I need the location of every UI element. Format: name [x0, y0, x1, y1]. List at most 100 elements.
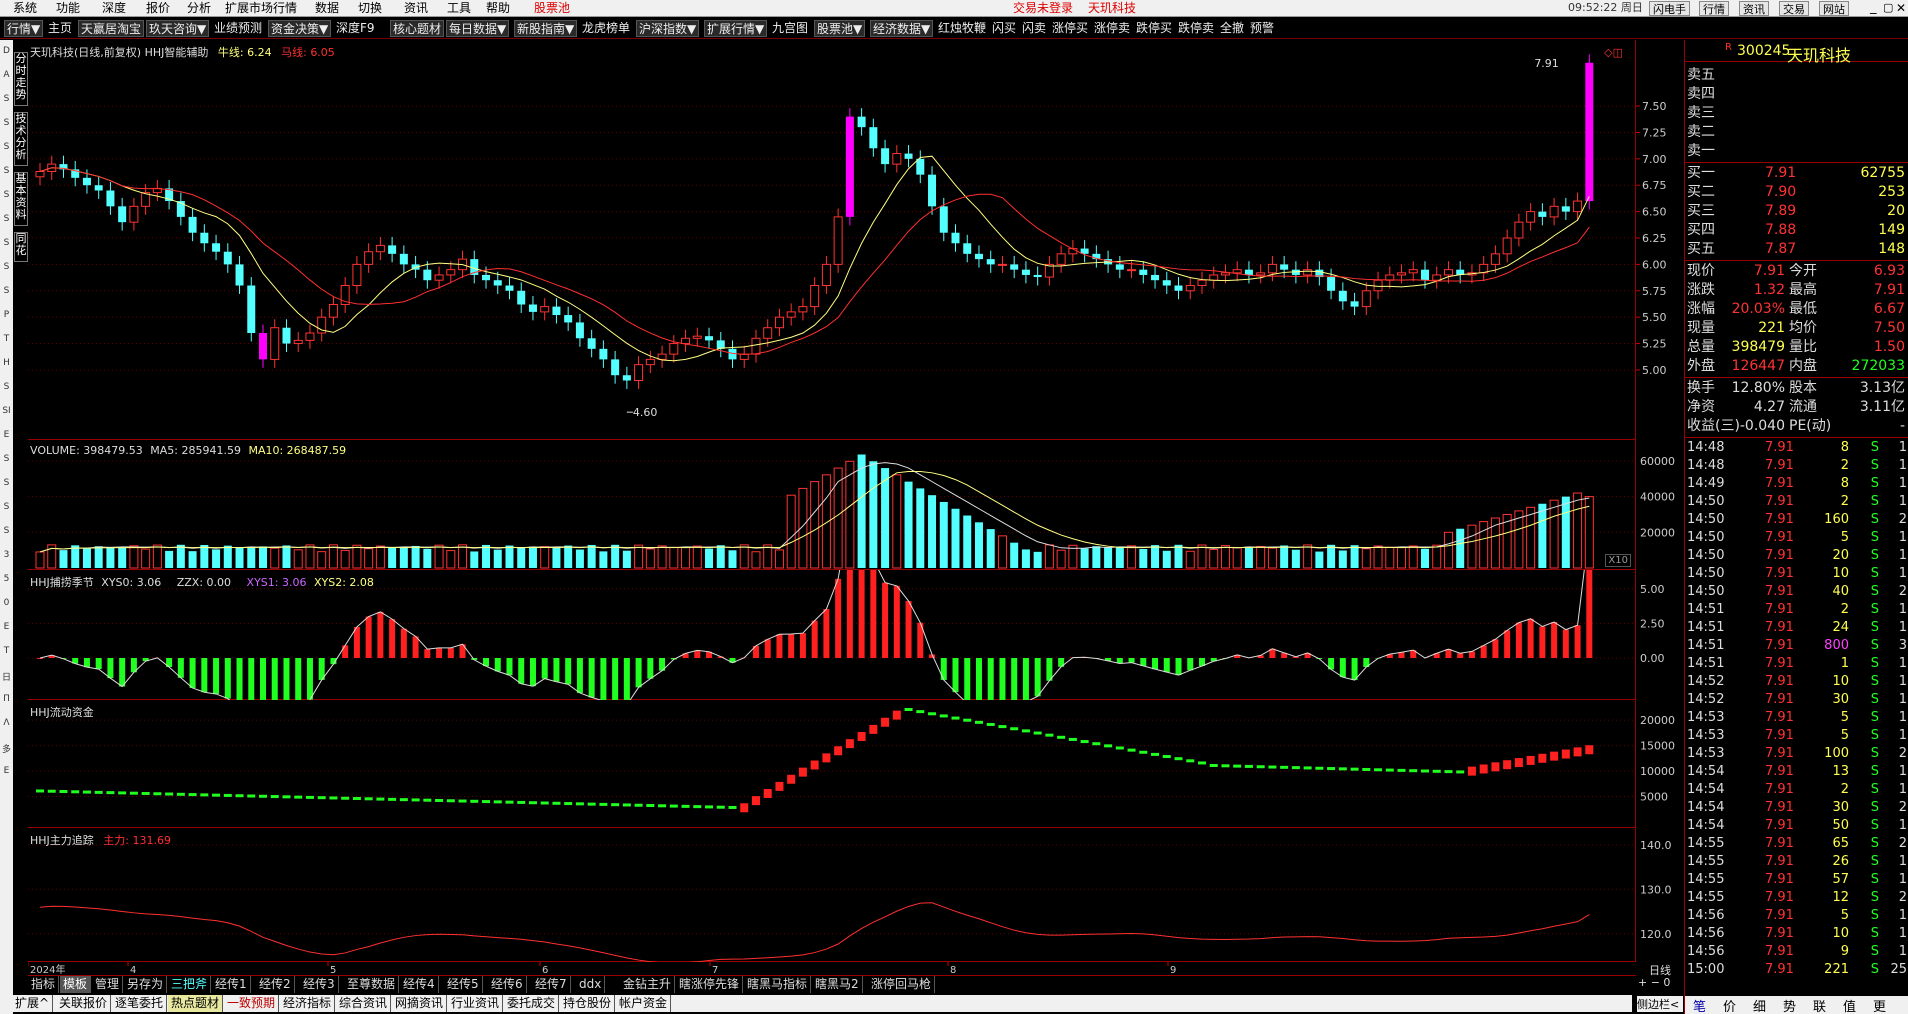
menu-item[interactable]: 深度: [102, 0, 126, 17]
menu-right-button[interactable]: 资讯: [1739, 1, 1769, 16]
minimize-icon[interactable]: _: [1870, 0, 1877, 17]
toolbar-item[interactable]: 经济数据▼: [870, 20, 934, 37]
indicator-tab[interactable]: 经传3: [300, 976, 339, 993]
menu-right-button[interactable]: 交易: [1779, 1, 1809, 16]
toolbar-item[interactable]: 闪卖: [1022, 20, 1046, 37]
function-tab[interactable]: 经济指标: [280, 995, 336, 1012]
menu-item[interactable]: 切换: [358, 0, 382, 17]
tab-timeshare[interactable]: 分时走势: [14, 52, 28, 106]
toolbar-item[interactable]: 沪深指数▼: [636, 20, 700, 37]
indicator-tab[interactable]: 另存为: [124, 976, 168, 993]
indicator-tab[interactable]: 涨停回马枪: [868, 976, 936, 993]
indicator-tab[interactable]: 经传1: [212, 976, 251, 993]
menu-item[interactable]: 数据: [315, 0, 339, 17]
right-tab-3[interactable]: 势: [1783, 996, 1796, 1014]
indicator-tab[interactable]: 经传2: [256, 976, 295, 993]
indicator-tab[interactable]: 瞎涨停先锋: [676, 976, 744, 993]
indicator-tab[interactable]: 三把斧: [168, 976, 212, 993]
function-tab[interactable]: 综合资讯: [336, 995, 392, 1012]
tab-technical[interactable]: 技术分析: [14, 112, 28, 166]
menu-item[interactable]: 扩展市场行情: [225, 0, 297, 17]
menu-right-button[interactable]: 行情: [1699, 1, 1729, 16]
indicator-tab[interactable]: 瞎黑马指标: [744, 976, 812, 993]
toolbar-item[interactable]: 全撤: [1220, 20, 1244, 37]
right-tab-1[interactable]: 价: [1723, 996, 1736, 1014]
toolbar-item[interactable]: 预警: [1250, 20, 1274, 37]
indicator-tab[interactable]: 经传7: [532, 976, 571, 993]
function-tab[interactable]: 扩展^: [12, 995, 54, 1012]
indicator-tab[interactable]: 至尊数据: [344, 976, 400, 993]
right-tab-4[interactable]: 联: [1813, 996, 1826, 1014]
right-tab-5[interactable]: 值: [1843, 996, 1856, 1014]
toolbar-item[interactable]: 红烛牧鞭: [938, 20, 986, 37]
toolbar-item[interactable]: 扩展行情▼: [704, 20, 768, 37]
function-tab[interactable]: 热点题材: [168, 995, 224, 1012]
right-tab-0[interactable]: 笔: [1693, 996, 1706, 1014]
toolbar-item[interactable]: 天赢居淘宝: [78, 20, 145, 37]
maximize-icon[interactable]: ▢: [1883, 0, 1893, 17]
toolbar-item[interactable]: 主页: [48, 20, 72, 37]
indicator-tab[interactable]: ddx: [576, 976, 606, 993]
toolbar-item[interactable]: 新股指南▼: [514, 20, 578, 37]
function-tab[interactable]: 一致预期: [224, 995, 280, 1012]
menu-item[interactable]: 系统: [13, 0, 37, 17]
sidebar-toggle[interactable]: 侧边栏<: [1637, 996, 1683, 1012]
toolbar-item[interactable]: 闪买: [992, 20, 1016, 37]
menu-item[interactable]: 功能: [56, 0, 80, 17]
toolbar-item[interactable]: 行情▼: [4, 20, 44, 37]
indicator-tab[interactable]: 金钻主升: [620, 976, 676, 993]
toolbar-item[interactable]: 核心题材: [390, 20, 445, 37]
zoom-controls[interactable]: + − 0: [1638, 976, 1684, 993]
toolbar-item[interactable]: 龙虎榜单: [582, 20, 630, 37]
season-panel[interactable]: HHJ捕捞季节 XYS0: 3.06 ZZX: 0.00 XYS1: 3.06 …: [28, 570, 1636, 700]
function-tab[interactable]: 逐笔委托: [112, 995, 168, 1012]
flow-panel[interactable]: HHJ流动资金: [28, 700, 1636, 828]
right-tab-6[interactable]: 更: [1873, 996, 1886, 1014]
toolbar-item[interactable]: 涨停买: [1052, 20, 1088, 37]
menu-item[interactable]: 资讯: [404, 0, 428, 17]
indicator-tab[interactable]: 指标: [28, 976, 60, 993]
tab-fundamentals[interactable]: 基本资料: [14, 172, 28, 226]
indicator-tab[interactable]: 管理: [92, 976, 124, 993]
menu-right-button[interactable]: 网站: [1819, 1, 1849, 16]
chart-settings-icon[interactable]: ◇◫: [1604, 46, 1623, 59]
toolbar-item[interactable]: 业绩预测: [214, 20, 262, 37]
indicator-tab[interactable]: 经传6: [488, 976, 527, 993]
indicator-tab[interactable]: 瞎黑马2: [812, 976, 863, 993]
track-panel[interactable]: HHJ主力追踪 主力: 131.69: [28, 828, 1636, 962]
toolbar-item[interactable]: 涨停卖: [1094, 20, 1130, 37]
buy-level[interactable]: 买一 7.91 62755: [1685, 164, 1908, 182]
function-tab[interactable]: 关联报价: [56, 995, 112, 1012]
period-label[interactable]: 日线: [1636, 962, 1684, 977]
menu-item[interactable]: 报价: [146, 0, 170, 17]
toolbar-item[interactable]: 每日数据▼: [446, 20, 510, 37]
function-tab[interactable]: 持仓股份: [560, 995, 616, 1012]
kline-panel[interactable]: 7.91 4.60 天玑科技(日线,前复权) HHJ智能辅助 牛线: 6.24 马…: [28, 40, 1636, 440]
buy-level[interactable]: 买四 7.88 149: [1685, 221, 1908, 239]
menu-item[interactable]: 分析: [187, 0, 211, 17]
toolbar-item[interactable]: 玖天咨询▼: [146, 20, 210, 37]
stock-pool-menu[interactable]: 股票池: [534, 0, 570, 17]
toolbar-item[interactable]: 跌停卖: [1178, 20, 1214, 37]
volume-panel[interactable]: VOLUME: 398479.53 MA5: 285941.59 MA10: 2…: [28, 440, 1636, 570]
toolbar-item[interactable]: 九宫图: [772, 20, 808, 37]
indicator-tab[interactable]: 经传4: [400, 976, 439, 993]
buy-level[interactable]: 买五 7.87 148: [1685, 240, 1908, 258]
tab-tonghua[interactable]: 同花: [14, 232, 28, 262]
toolbar-item[interactable]: 资金决策▼: [268, 20, 332, 37]
function-tab[interactable]: 委托成交: [504, 995, 560, 1012]
function-tab[interactable]: 网摘资讯: [392, 995, 448, 1012]
indicator-tab[interactable]: 经传5: [444, 976, 483, 993]
menu-right-button[interactable]: 闪电手: [1649, 1, 1690, 16]
close-icon[interactable]: ✕: [1896, 0, 1906, 17]
menu-item[interactable]: 帮助: [486, 0, 510, 17]
toolbar-item[interactable]: 股票池▼: [814, 20, 866, 37]
function-tab[interactable]: 帐户资金: [616, 995, 672, 1012]
right-tab-2[interactable]: 细: [1753, 996, 1766, 1014]
toolbar-item[interactable]: 跌停买: [1136, 20, 1172, 37]
function-tab[interactable]: 行业资讯: [448, 995, 504, 1012]
buy-level[interactable]: 买三 7.89 20: [1685, 202, 1908, 220]
indicator-tab[interactable]: 模板: [60, 976, 92, 993]
toolbar-item[interactable]: 深度F9: [336, 20, 375, 37]
buy-level[interactable]: 买二 7.90 253: [1685, 183, 1908, 201]
